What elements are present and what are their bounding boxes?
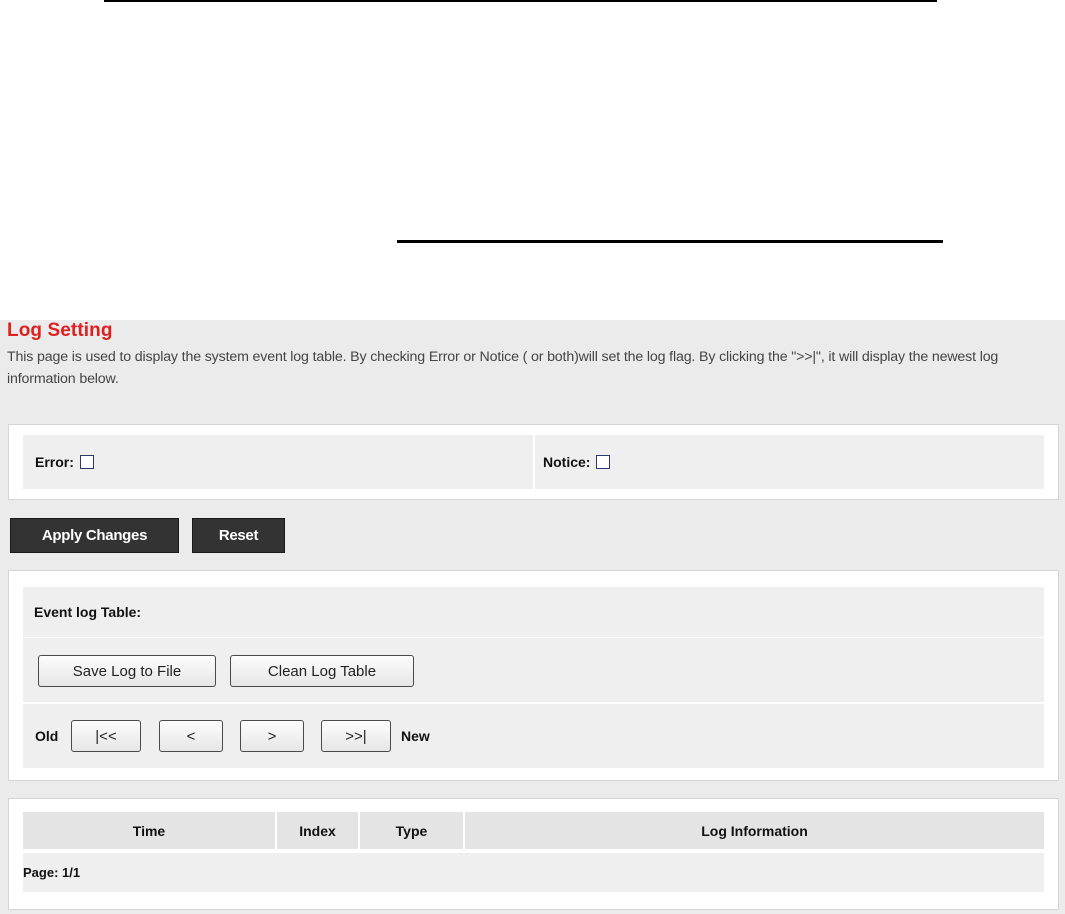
error-checkbox[interactable] — [79, 455, 94, 469]
page-indicator-row: Page: 1/1 — [23, 853, 1044, 892]
old-label: Old — [35, 728, 59, 744]
notice-label: Notice: — [543, 454, 591, 470]
page-title: Log Setting — [7, 320, 113, 341]
event-log-heading-row: Event log Table: — [23, 587, 1044, 637]
page-indicator: Page: 1/1 — [23, 865, 81, 880]
log-table-box: Time Index Type Log Information Page: 1/… — [8, 798, 1059, 910]
top-divider-line — [104, 0, 937, 2]
log-setting-panel: Log Setting This page is used to display… — [0, 320, 1065, 914]
reset-button[interactable]: Reset — [192, 518, 285, 553]
column-header-type: Type — [360, 812, 463, 849]
event-log-box: Event log Table: Save Log to File Clean … — [8, 570, 1059, 781]
page-description: This page is used to display the system … — [7, 349, 999, 387]
apply-changes-button[interactable]: Apply Changes — [10, 518, 179, 553]
clean-log-table-button[interactable]: Clean Log Table — [230, 655, 414, 687]
notice-flag-cell: Notice: — [535, 435, 1044, 489]
next-page-button[interactable]: > — [240, 720, 304, 752]
save-log-to-file-button[interactable]: Save Log to File — [38, 655, 216, 687]
middle-divider-line — [397, 240, 943, 243]
previous-page-button[interactable]: < — [159, 720, 223, 752]
column-header-log-information: Log Information — [465, 812, 1044, 849]
first-page-button[interactable]: |<< — [71, 720, 141, 752]
notice-checkbox[interactable] — [596, 455, 611, 469]
newest-page-button[interactable]: >>| — [321, 720, 391, 752]
log-flags-box: Error: Notice: — [8, 424, 1059, 500]
event-log-heading: Event log Table: — [34, 604, 142, 620]
error-flag-cell: Error: — [23, 435, 533, 489]
column-header-index: Index — [277, 812, 358, 849]
error-label: Error: — [35, 454, 74, 470]
column-header-time: Time — [23, 812, 275, 849]
new-label: New — [401, 728, 430, 744]
